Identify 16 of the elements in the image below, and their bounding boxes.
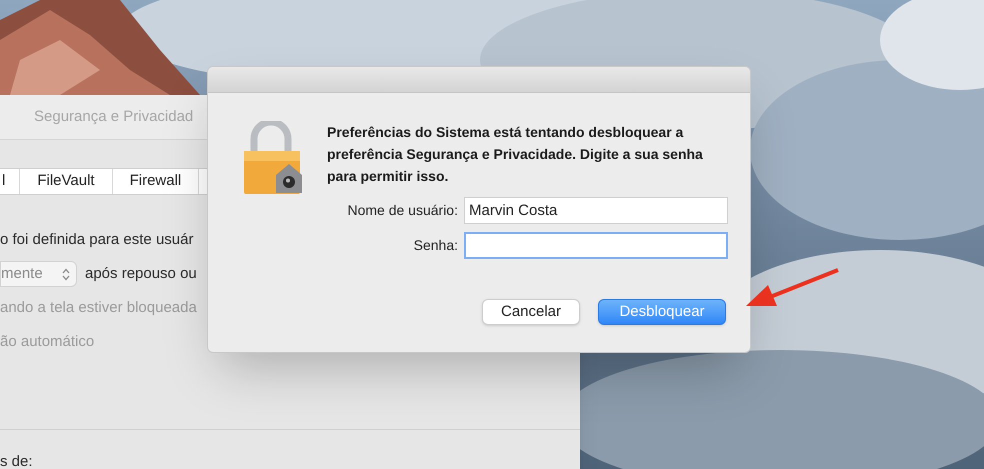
tab[interactable]: Firewall — [112, 169, 198, 194]
input-field[interactable]: Marvin Costa — [464, 197, 728, 224]
window-title: Segurança e Privacidad — [34, 106, 194, 127]
label: ando a tela estiver bloqueada — [0, 298, 197, 318]
tab[interactable]: l — [0, 169, 20, 194]
tab[interactable]: FileVault — [20, 169, 112, 194]
message: Preferências do Sistema está tentando desbloquear a preferência Segurança e Privacidade. Digite a sua senha para permitir isso. — [327, 123, 704, 186]
label: após repouso ou — [85, 264, 197, 284]
button[interactable]: Cancelar — [482, 299, 580, 325]
label: o foi definida para este usuár — [0, 230, 194, 250]
chevrons-icon — [62, 268, 70, 280]
field-label: Senha: — [412, 236, 458, 255]
label: s de: — [0, 452, 33, 469]
field-label: Nome de usuário: — [346, 201, 458, 220]
input-field[interactable] — [464, 232, 728, 259]
label: ão automático — [0, 332, 94, 352]
